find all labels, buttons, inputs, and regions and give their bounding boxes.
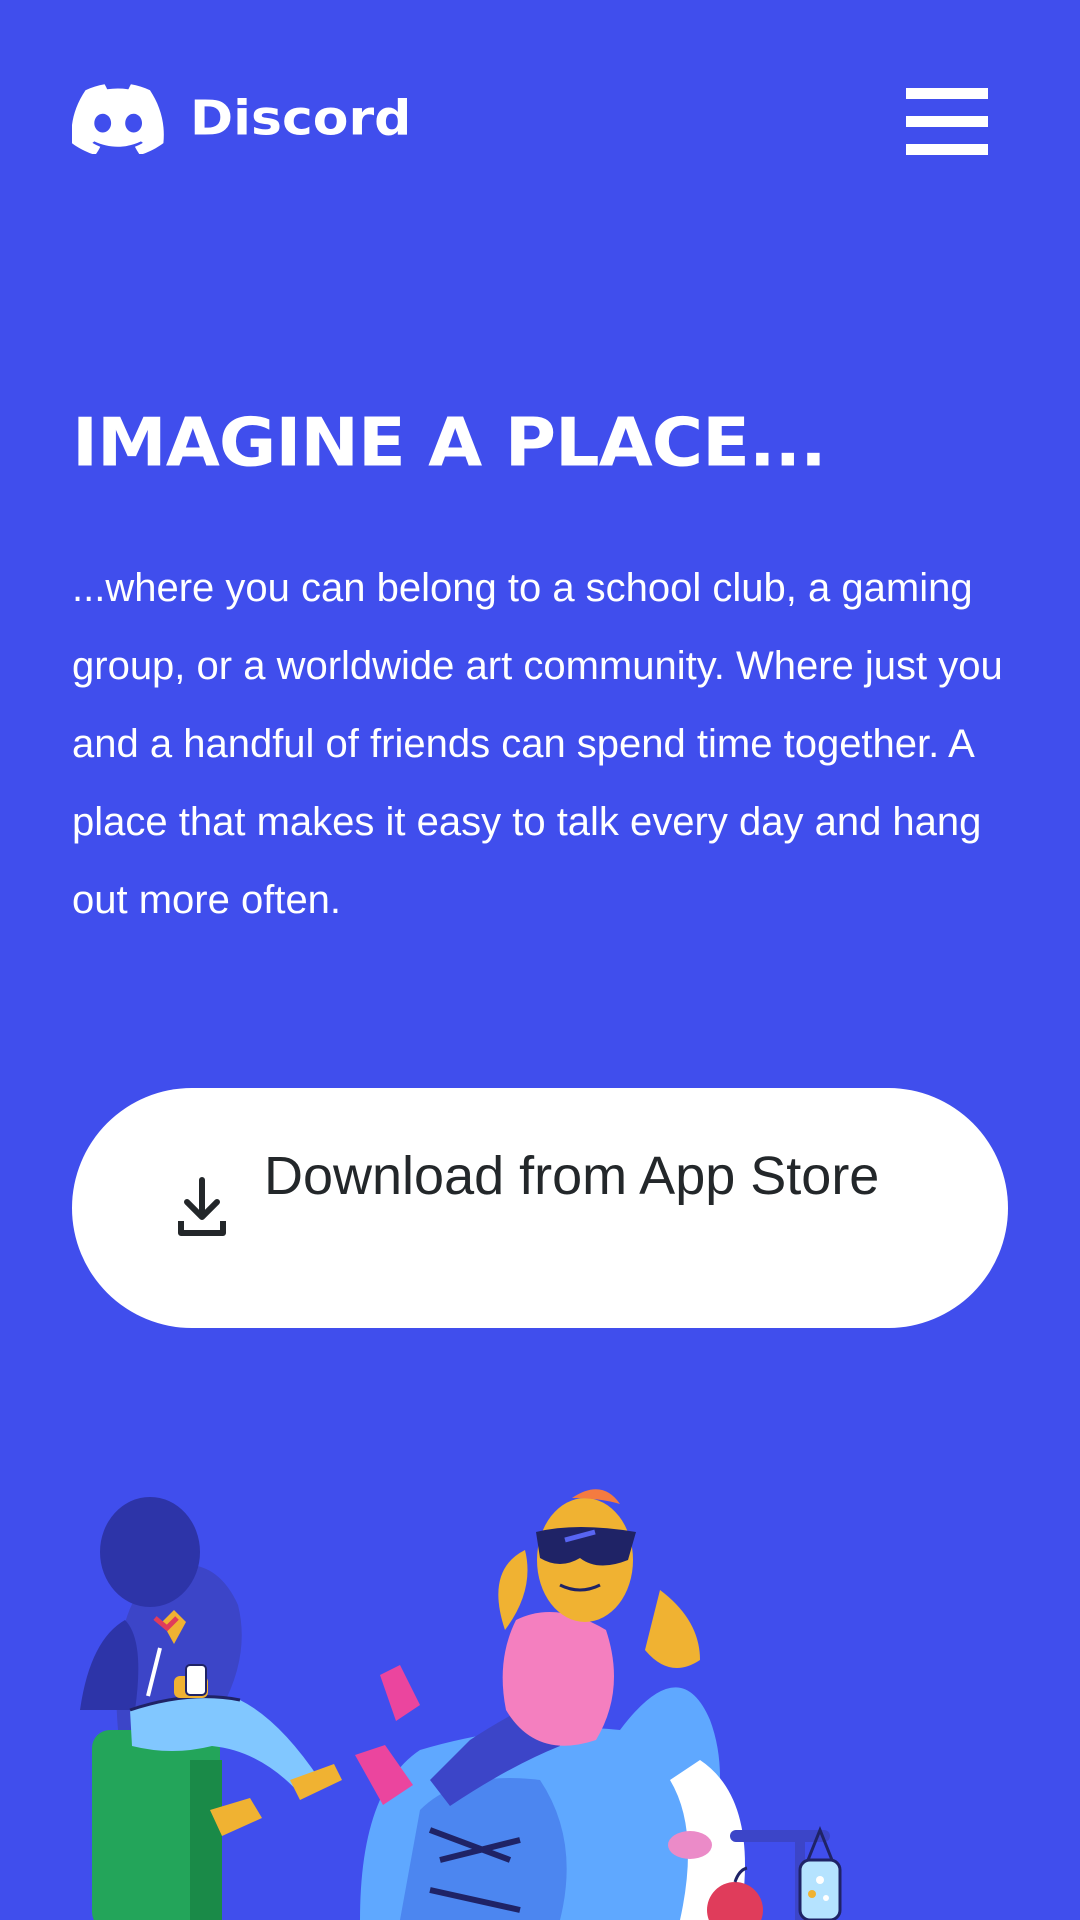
hero-description: ...where you can belong to a school club… — [72, 566, 1003, 922]
hero-illustration — [80, 1489, 842, 1920]
girl-character-illustration — [80, 1497, 342, 1920]
hamburger-menu-icon[interactable] — [906, 88, 988, 156]
relaxing-character-illustration — [355, 1489, 745, 1920]
brand-name: Discord — [190, 91, 412, 147]
download-button-label: Download from App Store — [264, 1146, 880, 1206]
download-app-store-button[interactable]: Download from App Store — [72, 1088, 1008, 1328]
download-icon — [178, 1177, 226, 1236]
page: Discord IMAGINE A PLACE... ...where you … — [0, 0, 1080, 1920]
discord-logo-icon — [72, 84, 164, 154]
hero-title: IMAGINE A PLACE... — [72, 402, 827, 482]
menu-bar — [906, 116, 988, 127]
menu-bar — [906, 144, 988, 155]
menu-bar — [906, 88, 988, 99]
discord-home-link[interactable]: Discord — [72, 84, 411, 154]
